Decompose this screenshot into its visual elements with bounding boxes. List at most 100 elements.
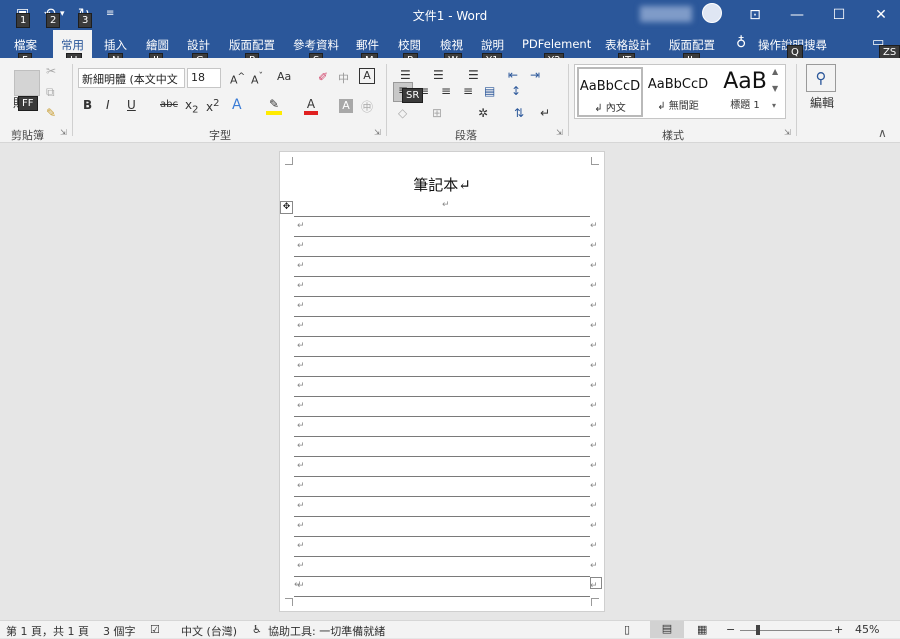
find-icon[interactable]: ⚲ bbox=[806, 64, 836, 92]
ruled-line bbox=[294, 396, 590, 397]
document-page[interactable]: 筆記本↵ ↵ ✥ ↵ ↵ ↵ ↵ ↵ ↵ ↵ ↵ ↵ ↵ ↵ ↵ ↵ ↵ ↵ ↵ ↵ ↵ ↵ ↵ ↵ ↵ ↵ ↵ ↵ ↵ ↵ ↵ ↵ ↵ ↵… bbox=[279, 151, 605, 612]
table-move-handle-icon[interactable]: ✥ bbox=[280, 201, 293, 214]
borders-icon[interactable]: ⊞ bbox=[432, 106, 442, 120]
sort-icon[interactable]: ⇅ bbox=[514, 106, 524, 120]
tab-insert[interactable]: 插入 bbox=[104, 37, 127, 53]
underline-icon[interactable]: U bbox=[127, 98, 136, 112]
asian-layout-icon[interactable]: ✲ bbox=[478, 106, 488, 120]
text-effects-icon[interactable]: A bbox=[232, 97, 242, 113]
style-normal[interactable]: AaBbCcD ↲ 內文 bbox=[577, 67, 643, 117]
style-name: ↲ 無間距 bbox=[657, 101, 699, 112]
tab-review[interactable]: 校閱 bbox=[398, 37, 421, 53]
minimize-icon[interactable]: — bbox=[786, 4, 808, 26]
language[interactable]: 中文 (台灣) bbox=[181, 623, 237, 639]
ruled-line bbox=[294, 336, 590, 337]
tab-file[interactable]: 檔案 bbox=[14, 37, 37, 53]
justify-icon[interactable]: ≡ bbox=[463, 84, 473, 98]
change-case-button[interactable]: Aa bbox=[277, 70, 291, 83]
margin-corner bbox=[285, 157, 293, 165]
dialog-launcher-icon[interactable]: ⇲ bbox=[784, 128, 791, 137]
dialog-launcher-icon[interactable]: ⇲ bbox=[60, 128, 67, 137]
decrease-indent-icon[interactable]: ⇤ bbox=[508, 68, 518, 82]
read-mode-icon[interactable]: ▯ bbox=[624, 623, 630, 636]
highlight-icon[interactable]: ✎ bbox=[266, 97, 282, 115]
tab-references[interactable]: 參考資料 bbox=[293, 37, 339, 53]
close-icon[interactable]: ✕ bbox=[870, 4, 892, 26]
superscript-icon[interactable]: x2 bbox=[206, 98, 219, 114]
styles-scroll-down-icon[interactable]: ▼ bbox=[772, 84, 778, 93]
collapse-ribbon-icon[interactable]: ∧ bbox=[878, 126, 887, 140]
styles-gallery: AaBbCcD ↲ 內文 AaBbCcD ↲ 無間距 AaB 標題 1 bbox=[574, 64, 786, 119]
dialog-launcher-icon[interactable]: ⇲ bbox=[374, 128, 381, 137]
tab-table-layout[interactable]: 版面配置 bbox=[669, 37, 715, 53]
tab-mailings[interactable]: 郵件 bbox=[356, 37, 379, 53]
tab-table-design[interactable]: 表格設計 bbox=[605, 37, 651, 53]
character-border-icon[interactable]: A bbox=[359, 68, 375, 84]
font-name-select[interactable]: 新細明體 (本文中文 bbox=[78, 68, 185, 88]
cell-mark: ↵ bbox=[297, 361, 305, 371]
align-right-icon[interactable]: ≡ bbox=[441, 84, 451, 98]
zoom-level[interactable]: 45% bbox=[855, 623, 879, 636]
format-painter-icon[interactable]: ✎ bbox=[46, 106, 56, 120]
numbering-icon[interactable]: ☰ bbox=[433, 68, 444, 82]
cell-mark: ↵ bbox=[297, 521, 305, 531]
zoom-in-icon[interactable]: + bbox=[834, 623, 843, 636]
style-preview: AaB bbox=[723, 69, 767, 94]
word-count[interactable]: 3 個字 bbox=[103, 623, 136, 639]
account-name bbox=[640, 6, 692, 22]
style-heading-1[interactable]: AaB 標題 1 bbox=[712, 67, 778, 117]
distributed-icon[interactable]: ▤ bbox=[484, 84, 495, 98]
tab-draw[interactable]: 繪圖 bbox=[146, 37, 169, 53]
tab-help[interactable]: 說明 bbox=[481, 37, 504, 53]
grow-font-icon[interactable]: A^ bbox=[230, 71, 245, 87]
line-spacing-icon[interactable]: ↕ bbox=[511, 84, 521, 98]
italic-icon[interactable]: I bbox=[106, 98, 110, 112]
style-no-spacing[interactable]: AaBbCcD ↲ 無間距 bbox=[645, 67, 711, 117]
print-layout-icon[interactable]: ▤ bbox=[650, 621, 684, 638]
tab-view[interactable]: 檢視 bbox=[440, 37, 463, 53]
avatar[interactable] bbox=[702, 3, 722, 23]
accessibility-icon[interactable]: ♿ bbox=[252, 623, 262, 636]
bold-icon[interactable]: B bbox=[83, 98, 92, 112]
paste-icon[interactable] bbox=[14, 70, 40, 96]
enclose-characters-icon[interactable]: ㊥ bbox=[361, 98, 373, 115]
tab-pdfelement[interactable]: PDFelement bbox=[522, 37, 591, 51]
cut-icon[interactable]: ✂ bbox=[46, 64, 56, 78]
web-layout-icon[interactable]: ▦ bbox=[697, 623, 707, 636]
styles-scroll-up-icon[interactable]: ▲ bbox=[772, 67, 778, 76]
phonetic-guide-icon[interactable]: 中 bbox=[338, 70, 349, 86]
proofing-icon[interactable]: ☑ bbox=[150, 623, 160, 636]
strikethrough-icon[interactable]: abc bbox=[160, 99, 178, 110]
shading-icon[interactable]: ◇ bbox=[398, 106, 407, 120]
page-count[interactable]: 第 1 頁，共 1 頁 bbox=[6, 623, 89, 639]
increase-indent-icon[interactable]: ⇥ bbox=[530, 68, 540, 82]
cell-mark: ↵ bbox=[590, 321, 598, 331]
font-color-icon[interactable]: A bbox=[304, 97, 318, 115]
cell-mark: ↵ bbox=[590, 421, 598, 431]
zoom-slider-thumb[interactable] bbox=[755, 625, 760, 635]
dialog-launcher-icon[interactable]: ⇲ bbox=[556, 128, 563, 137]
font-size-select[interactable]: 18 bbox=[187, 68, 221, 88]
maximize-icon[interactable]: ☐ bbox=[828, 4, 850, 26]
table-resize-handle[interactable] bbox=[590, 577, 602, 589]
shrink-font-icon[interactable]: Aˇ bbox=[251, 71, 263, 87]
copy-icon[interactable]: ⧉ bbox=[46, 85, 55, 100]
show-marks-icon[interactable]: ↵ bbox=[540, 106, 550, 120]
style-name: 標題 1 bbox=[730, 100, 760, 111]
styles-more-icon[interactable]: ▾ bbox=[772, 101, 776, 110]
lightbulb-icon[interactable]: ♁ bbox=[736, 35, 746, 51]
ruled-line bbox=[294, 376, 590, 377]
ruled-line bbox=[294, 516, 590, 517]
tab-layout[interactable]: 版面配置 bbox=[229, 37, 275, 53]
zoom-out-icon[interactable]: − bbox=[726, 623, 735, 636]
multilevel-list-icon[interactable]: ☰ bbox=[468, 68, 479, 82]
accessibility-status[interactable]: 協助工具: 一切準備就緒 bbox=[268, 623, 385, 639]
subscript-icon[interactable]: x2 bbox=[185, 98, 198, 115]
bullets-icon[interactable]: ☰ bbox=[400, 68, 411, 82]
character-shading-icon[interactable]: A bbox=[339, 99, 353, 113]
editing-button[interactable]: 編輯 bbox=[810, 94, 834, 111]
clear-formatting-icon[interactable]: ✐ bbox=[318, 70, 328, 84]
tab-design[interactable]: 設計 bbox=[187, 37, 210, 53]
ribbon-display-icon[interactable]: ⊡ bbox=[744, 4, 766, 26]
zoom-slider[interactable] bbox=[740, 630, 832, 631]
